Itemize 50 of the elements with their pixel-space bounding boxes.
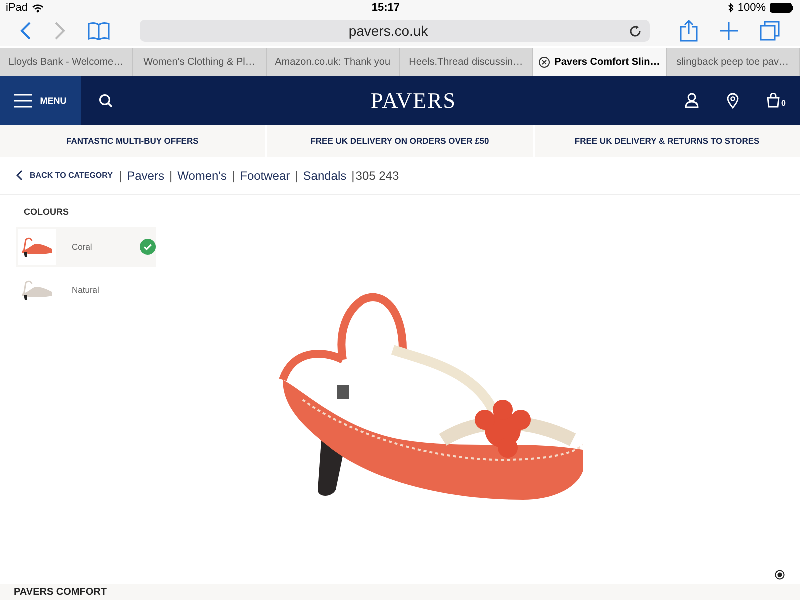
checkmark-icon — [140, 239, 156, 255]
location-pin-icon[interactable] — [726, 92, 739, 108]
battery-icon — [770, 3, 794, 13]
breadcrumb-separator: | — [352, 168, 355, 182]
colours-heading: COLOURS — [24, 207, 70, 217]
breadcrumb-link[interactable]: Footwear — [240, 168, 290, 182]
tab-title: slingback peep toe pav… — [676, 56, 789, 68]
breadcrumb-separator: | — [118, 168, 122, 182]
battery-percentage: 100% — [738, 2, 766, 14]
tabs-icon[interactable] — [760, 21, 780, 41]
plus-icon[interactable] — [720, 22, 738, 40]
breadcrumb-separator: | — [232, 168, 236, 182]
account-icon[interactable] — [684, 93, 699, 108]
back-icon[interactable] — [20, 22, 32, 40]
wifi-icon — [32, 4, 44, 12]
breadcrumb-link[interactable]: Pavers — [127, 168, 164, 182]
close-icon[interactable] — [538, 56, 550, 68]
promo-banner[interactable]: FANTASTIC MULTI-BUY OFFERS — [0, 125, 266, 157]
browser-tab[interactable]: Pavers Comfort Slin… — [533, 48, 667, 76]
section-heading: PAVERS COMFORT — [14, 586, 107, 598]
bluetooth-icon — [728, 3, 734, 13]
slide-indicator-icon[interactable] — [775, 570, 785, 580]
tab-title: Women's Clothing & Pl… — [144, 56, 256, 68]
basket-count: 0 — [782, 99, 786, 108]
promo-banner[interactable]: FREE UK DELIVERY ON ORDERS OVER £50 — [267, 125, 533, 157]
breadcrumb-separator: | — [169, 168, 173, 182]
product-code: 305 243 — [356, 168, 400, 182]
status-time: 15:17 — [370, 2, 402, 14]
shopping-bag-icon[interactable] — [766, 93, 780, 108]
site-logo[interactable]: PAVERS — [141, 88, 657, 114]
device-name: iPad — [6, 2, 28, 14]
tab-title: Amazon.co.uk: Thank you — [275, 56, 391, 68]
tab-title: Pavers Comfort Slin… — [554, 56, 660, 68]
share-icon[interactable] — [680, 20, 698, 42]
colour-option[interactable]: Coral — [16, 227, 156, 267]
colour-option[interactable]: Natural — [16, 270, 156, 310]
address-bar[interactable]: pavers.co.uk — [140, 20, 650, 42]
breadcrumb-separator: | — [295, 168, 298, 182]
reload-icon[interactable] — [629, 24, 642, 38]
back-to-category-link[interactable]: BACK TO CATEGORY — [16, 170, 113, 181]
chevron-left-icon[interactable] — [16, 170, 23, 181]
search-icon[interactable] — [99, 94, 113, 108]
promo-banner[interactable]: FREE UK DELIVERY & RETURNS TO STORES — [534, 125, 800, 157]
menu-button[interactable]: MENU — [0, 76, 81, 125]
bookmarks-icon[interactable] — [88, 22, 110, 40]
menu-icon[interactable] — [14, 94, 32, 108]
tab-title: Heels.Thread discussin… — [409, 56, 524, 68]
breadcrumb-link[interactable]: Women's — [178, 168, 227, 182]
breadcrumb-link[interactable]: Sandals — [303, 168, 347, 182]
tab-title: Lloyds Bank - Welcome… — [8, 56, 124, 68]
